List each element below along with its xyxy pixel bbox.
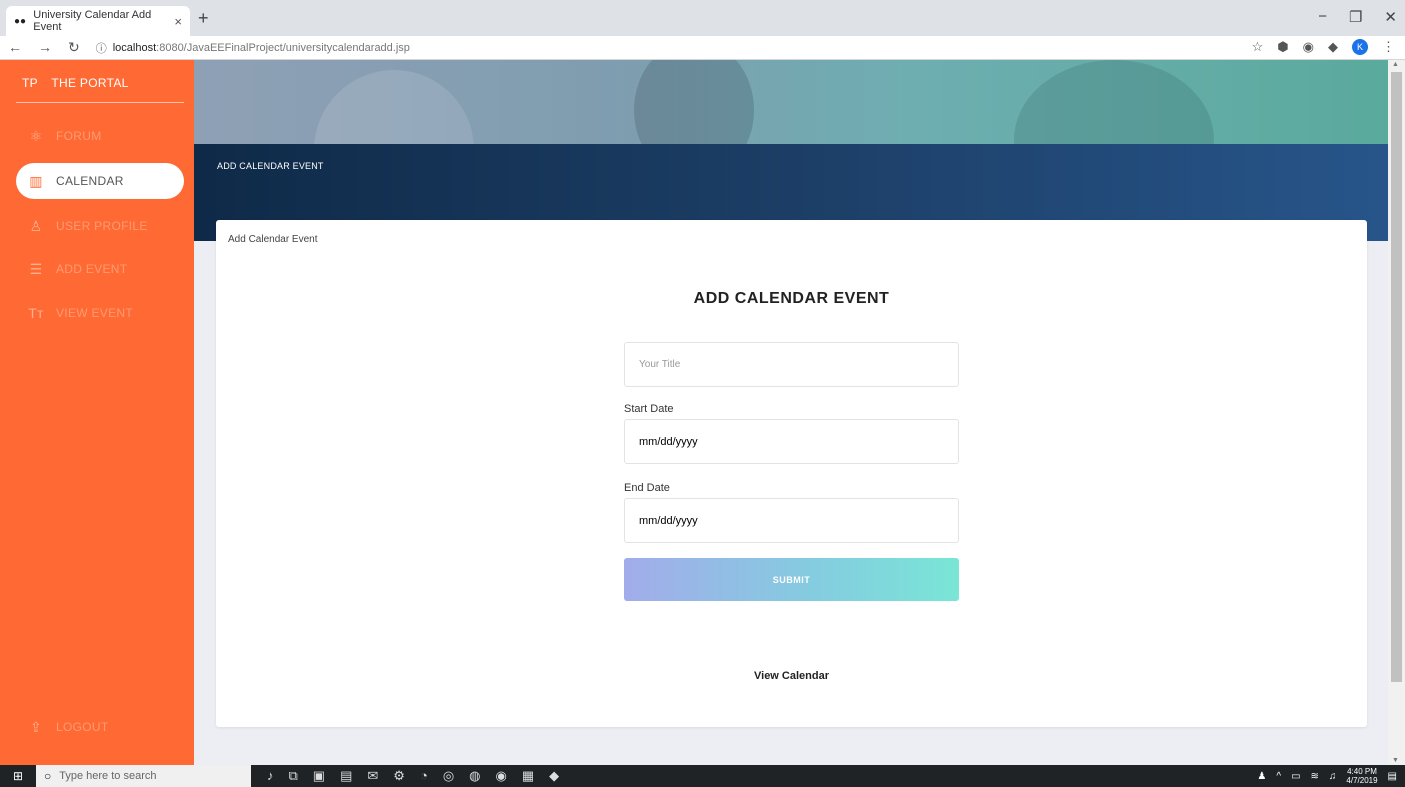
view-calendar-link[interactable]: View Calendar <box>216 670 1367 682</box>
sidebar-divider <box>16 102 184 103</box>
logout-button[interactable]: ⇪ LOGOUT <box>16 709 184 745</box>
bookmark-star-icon[interactable]: ☆ <box>1252 39 1264 55</box>
app-icon[interactable]: ◉ <box>496 768 507 784</box>
app-icon[interactable]: ⚙ <box>393 768 405 784</box>
profile-avatar[interactable]: K <box>1352 39 1368 55</box>
end-date-input[interactable]: mm/dd/yyyy <box>624 498 959 543</box>
scrollbar[interactable]: ▲ ▼ <box>1388 60 1405 765</box>
sidebar-item-view-event[interactable]: Tт VIEW EVENT <box>16 295 184 331</box>
text-icon: Tт <box>28 305 44 321</box>
store-icon[interactable]: ▣ <box>313 768 325 784</box>
map-icon: ▥ <box>29 172 43 189</box>
minimize-icon[interactable]: − <box>1318 8 1327 26</box>
title-input[interactable]: Your Title <box>624 342 959 387</box>
sidebar-item-calendar[interactable]: ▥ CALENDAR <box>16 163 184 199</box>
mail-icon[interactable]: ✉ <box>367 768 378 784</box>
app-icon[interactable]: ▦ <box>522 768 534 784</box>
logout-icon: ⇪ <box>29 718 43 735</box>
sidebar-item-add-event[interactable]: ☰ ADD EVENT <box>16 251 184 287</box>
app-icon[interactable]: ◔ <box>420 768 428 784</box>
scroll-down-icon[interactable]: ▼ <box>1392 757 1399 764</box>
address-bar: ← → ↻ ⓘ localhost:8080/JavaEEFinalProjec… <box>0 36 1405 60</box>
start-date-label: Start Date <box>624 403 674 415</box>
tab-title: University Calendar Add Event <box>33 9 152 33</box>
notifications-icon[interactable]: ▤ <box>1388 771 1397 782</box>
chevron-up-icon[interactable]: ^ <box>1276 771 1281 782</box>
taskbar: ⊞ ○ Type here to search ♪ ⧉ ▣ ▤ ✉ ⚙ ◔ ◎ … <box>0 765 1405 787</box>
system-tray: ♟ ^ ▭ ≋ ♫ 4:40 PM 4/7/2019 ▤ <box>1257 765 1397 787</box>
form-heading: ADD CALENDAR EVENT <box>693 290 890 307</box>
scroll-up-icon[interactable]: ▲ <box>1392 61 1399 68</box>
app-icon[interactable]: ◆ <box>549 768 559 784</box>
form-card: Add Calendar Event ADD CALENDAR EVENT Yo… <box>216 220 1367 727</box>
new-tab-button[interactable]: + <box>198 8 209 29</box>
submit-button[interactable]: SUBMIT <box>624 558 959 601</box>
chrome-icon[interactable]: ◎ <box>443 768 454 784</box>
back-icon[interactable]: ← <box>8 39 22 56</box>
extension-icon[interactable]: ◉ <box>1303 39 1314 55</box>
firefox-icon[interactable]: ◍ <box>469 768 480 784</box>
close-window-icon[interactable]: ✕ <box>1384 8 1397 26</box>
extensions: ☆ ⬢ ◉ ◆ K ⋮ <box>1252 39 1395 55</box>
wifi-icon[interactable]: ≋ <box>1311 771 1319 782</box>
extension-icon[interactable]: ⬢ <box>1277 39 1288 55</box>
people-icon[interactable]: ♟ <box>1257 771 1266 782</box>
close-tab-icon[interactable]: × <box>174 14 182 29</box>
clock[interactable]: 4:40 PM 4/7/2019 <box>1346 767 1377 785</box>
list-icon: ☰ <box>29 260 43 277</box>
header-image <box>194 60 1388 144</box>
user-icon: ♙ <box>29 217 43 234</box>
browser-tab-bar: ●● University Calendar Add Event × + − ❐… <box>0 0 1405 36</box>
taskbar-apps: ♪ ⧉ ▣ ▤ ✉ ⚙ ◔ ◎ ◍ ◉ ▦ ◆ <box>267 768 559 784</box>
volume-icon[interactable]: ♫ <box>1329 771 1337 782</box>
cortana-icon: ○ <box>44 769 52 783</box>
scrollbar-thumb[interactable] <box>1391 72 1402 682</box>
windows-start-icon[interactable]: ⊞ <box>0 769 36 783</box>
battery-icon[interactable]: ▭ <box>1291 771 1300 782</box>
favicon-icon: ●● <box>14 15 27 27</box>
start-date-input[interactable]: mm/dd/yyyy <box>624 419 959 464</box>
sidebar-item-user-profile[interactable]: ♙ USER PROFILE <box>16 208 184 244</box>
menu-dots-icon[interactable]: ⋮ <box>1382 39 1395 55</box>
sidebar-item-forum[interactable]: ⚛ FORUM <box>16 118 184 154</box>
browser-tab[interactable]: ●● University Calendar Add Event × <box>6 6 190 36</box>
atom-icon: ⚛ <box>29 127 43 144</box>
url-field[interactable]: ⓘ localhost:8080/JavaEEFinalProject/univ… <box>96 40 410 56</box>
brand-logo[interactable]: TP THE PORTAL <box>22 76 129 90</box>
card-header: Add Calendar Event <box>228 234 318 245</box>
reload-icon[interactable]: ↻ <box>68 39 80 56</box>
sidebar: TP THE PORTAL ⚛ FORUM ▥ CALENDAR ♙ USER … <box>0 60 194 765</box>
task-view-icon[interactable]: ⧉ <box>289 768 298 784</box>
banner-title: ADD CALENDAR EVENT <box>217 161 324 171</box>
restore-icon[interactable]: ❐ <box>1349 8 1362 26</box>
mic-icon[interactable]: ♪ <box>267 768 274 784</box>
extension-icon[interactable]: ◆ <box>1328 39 1338 55</box>
window-controls: − ❐ ✕ <box>1318 8 1397 26</box>
file-explorer-icon[interactable]: ▤ <box>340 768 352 784</box>
end-date-label: End Date <box>624 482 670 494</box>
info-icon[interactable]: ⓘ <box>96 40 107 56</box>
forward-icon[interactable]: → <box>38 39 52 56</box>
taskbar-search[interactable]: ○ Type here to search <box>36 765 251 787</box>
